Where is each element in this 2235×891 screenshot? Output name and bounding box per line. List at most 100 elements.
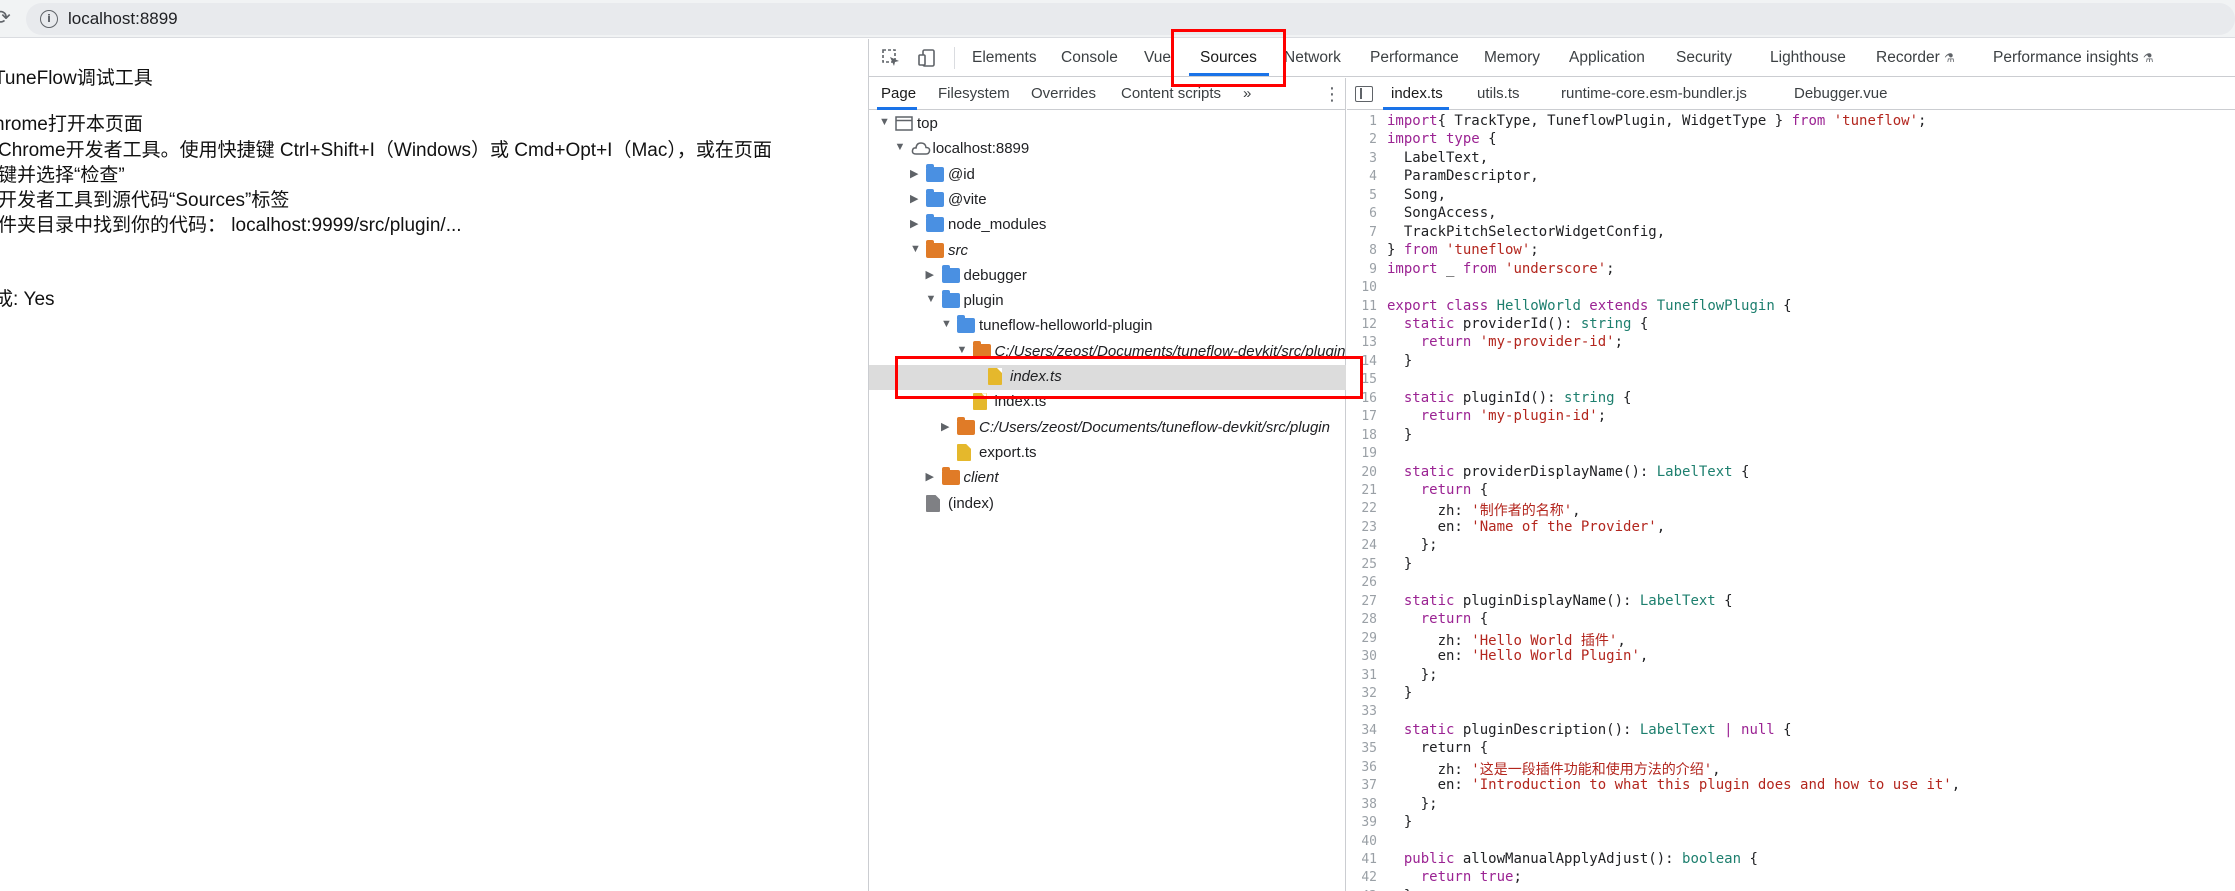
expand-arrow-icon[interactable]: ▼ bbox=[941, 318, 952, 330]
info-icon[interactable]: i bbox=[40, 10, 58, 28]
code-content[interactable]: 1 import{ TrackType, TuneflowPlugin, Widg… bbox=[1347, 111, 2235, 891]
line-number[interactable]: 34 bbox=[1347, 723, 1377, 738]
line-number[interactable]: 28 bbox=[1347, 612, 1377, 627]
tree-item[interactable]: ▶ @id bbox=[869, 163, 1346, 188]
line-number[interactable]: 12 bbox=[1347, 317, 1377, 332]
line-number[interactable]: 39 bbox=[1347, 815, 1377, 830]
line-number[interactable]: 6 bbox=[1347, 206, 1377, 221]
line-number[interactable]: 37 bbox=[1347, 778, 1377, 793]
editor-tab-runtime-core[interactable]: runtime-core.esm-bundler.js bbox=[1561, 85, 1747, 102]
tab-security[interactable]: Security bbox=[1676, 49, 1732, 67]
url-text[interactable]: localhost:8899 bbox=[68, 9, 178, 29]
tree-item[interactable]: ▼ top bbox=[869, 112, 1346, 137]
line-number[interactable]: 20 bbox=[1347, 465, 1377, 480]
tree-item[interactable]: index.ts bbox=[869, 390, 1346, 415]
line-number[interactable]: 26 bbox=[1347, 575, 1377, 590]
reload-icon[interactable]: ⟳ bbox=[0, 5, 11, 30]
tab-performance-insights[interactable]: Performance insights ⚗ bbox=[1993, 49, 2154, 67]
tree-item[interactable]: ▶ client bbox=[869, 466, 1346, 491]
more-tabs-button[interactable]: » bbox=[1243, 85, 1251, 102]
tree-item[interactable]: ▼ localhost:8899 bbox=[869, 137, 1346, 162]
line-number[interactable]: 30 bbox=[1347, 649, 1377, 664]
nav-tab-content-scripts[interactable]: Content scripts bbox=[1121, 85, 1221, 102]
line-number[interactable]: 42 bbox=[1347, 870, 1377, 885]
tree-item[interactable]: (index) bbox=[869, 492, 1346, 517]
nav-tab-page[interactable]: Page bbox=[881, 85, 916, 102]
line-number[interactable]: 23 bbox=[1347, 520, 1377, 535]
line-number[interactable]: 25 bbox=[1347, 557, 1377, 572]
line-number[interactable]: 24 bbox=[1347, 538, 1377, 553]
address-bar[interactable]: i localhost:8899 bbox=[26, 3, 2235, 35]
line-number[interactable]: 31 bbox=[1347, 668, 1377, 683]
tab-application[interactable]: Application bbox=[1569, 49, 1645, 67]
line-number[interactable]: 19 bbox=[1347, 446, 1377, 461]
line-number[interactable]: 40 bbox=[1347, 834, 1377, 849]
tree-item[interactable]: export.ts bbox=[869, 441, 1346, 466]
line-number[interactable]: 29 bbox=[1347, 631, 1377, 646]
line-number[interactable]: 35 bbox=[1347, 741, 1377, 756]
nav-tab-filesystem[interactable]: Filesystem bbox=[938, 85, 1010, 102]
tab-recorder[interactable]: Recorder ⚗ bbox=[1876, 49, 1955, 67]
collapse-arrow-icon[interactable]: ▶ bbox=[926, 470, 934, 483]
line-number[interactable]: 10 bbox=[1347, 280, 1377, 295]
tab-network[interactable]: Network bbox=[1284, 49, 1341, 67]
tab-elements[interactable]: Elements bbox=[972, 49, 1037, 67]
tab-sources[interactable]: Sources bbox=[1200, 49, 1257, 67]
line-number[interactable]: 4 bbox=[1347, 169, 1377, 184]
line-number[interactable]: 5 bbox=[1347, 188, 1377, 203]
nav-tab-overrides[interactable]: Overrides bbox=[1031, 85, 1096, 102]
collapse-arrow-icon[interactable]: ▶ bbox=[910, 217, 918, 230]
line-number[interactable]: 22 bbox=[1347, 501, 1377, 516]
line-number[interactable]: 36 bbox=[1347, 760, 1377, 775]
line-number[interactable]: 27 bbox=[1347, 594, 1377, 609]
collapse-arrow-icon[interactable]: ▶ bbox=[910, 192, 918, 205]
collapse-arrow-icon[interactable]: ▶ bbox=[926, 268, 934, 281]
tab-console[interactable]: Console bbox=[1061, 49, 1118, 67]
tree-item[interactable]: ▶ C:/Users/zeost/Documents/tuneflow-devki… bbox=[869, 416, 1346, 441]
tree-item[interactable]: ▶ @vite bbox=[869, 188, 1346, 213]
line-number[interactable]: 9 bbox=[1347, 262, 1377, 277]
expand-arrow-icon[interactable]: ▼ bbox=[895, 141, 906, 153]
line-number[interactable]: 8 bbox=[1347, 243, 1377, 258]
line-number[interactable]: 21 bbox=[1347, 483, 1377, 498]
expand-arrow-icon[interactable]: ▼ bbox=[879, 116, 890, 128]
tab-lighthouse[interactable]: Lighthouse bbox=[1770, 49, 1846, 67]
tree-item[interactable]: ▼ tuneflow-helloworld-plugin bbox=[869, 314, 1346, 339]
line-number[interactable]: 2 bbox=[1347, 132, 1377, 147]
line-number[interactable]: 15 bbox=[1347, 372, 1377, 387]
line-number[interactable]: 38 bbox=[1347, 797, 1377, 812]
more-options-icon[interactable]: ⋮ bbox=[1323, 84, 1341, 105]
tab-vue[interactable]: Vue bbox=[1144, 49, 1171, 67]
collapse-arrow-icon[interactable]: ▶ bbox=[910, 167, 918, 180]
line-number[interactable]: 32 bbox=[1347, 686, 1377, 701]
line-number[interactable]: 3 bbox=[1347, 151, 1377, 166]
tree-item[interactable]: ▼ src bbox=[869, 239, 1346, 264]
line-number[interactable]: 41 bbox=[1347, 852, 1377, 867]
tree-item[interactable]: index.ts bbox=[869, 365, 1346, 390]
line-number[interactable]: 13 bbox=[1347, 335, 1377, 350]
editor-tab-debugger-vue[interactable]: Debugger.vue bbox=[1794, 85, 1887, 102]
editor-tab-utils-ts[interactable]: utils.ts bbox=[1477, 85, 1520, 102]
line-number[interactable]: 18 bbox=[1347, 428, 1377, 443]
tab-performance[interactable]: Performance bbox=[1370, 49, 1459, 67]
expand-arrow-icon[interactable]: ▼ bbox=[926, 293, 937, 305]
tree-item[interactable]: ▼ C:/Users/zeost/Documents/tuneflow-devki… bbox=[869, 340, 1346, 365]
line-number[interactable]: 14 bbox=[1347, 354, 1377, 369]
tree-item[interactable]: ▶ node_modules bbox=[869, 213, 1346, 238]
line-number[interactable]: 11 bbox=[1347, 299, 1377, 314]
inspect-element-icon[interactable] bbox=[881, 48, 901, 68]
line-number[interactable]: 33 bbox=[1347, 704, 1377, 719]
expand-arrow-icon[interactable]: ▼ bbox=[957, 344, 968, 356]
line-number[interactable]: 7 bbox=[1347, 225, 1377, 240]
device-toolbar-icon[interactable] bbox=[917, 48, 937, 68]
tree-item[interactable]: ▼ plugin bbox=[869, 289, 1346, 314]
expand-arrow-icon[interactable]: ▼ bbox=[910, 243, 921, 255]
line-number[interactable]: 1 bbox=[1347, 114, 1377, 129]
tab-memory[interactable]: Memory bbox=[1484, 49, 1540, 67]
line-number[interactable]: 17 bbox=[1347, 409, 1377, 424]
editor-tab-index-ts[interactable]: index.ts bbox=[1391, 85, 1443, 102]
tree-item[interactable]: ▶ debugger bbox=[869, 264, 1346, 289]
collapse-arrow-icon[interactable]: ▶ bbox=[941, 420, 949, 433]
line-number[interactable]: 16 bbox=[1347, 391, 1377, 406]
toggle-navigator-icon[interactable] bbox=[1355, 86, 1373, 102]
